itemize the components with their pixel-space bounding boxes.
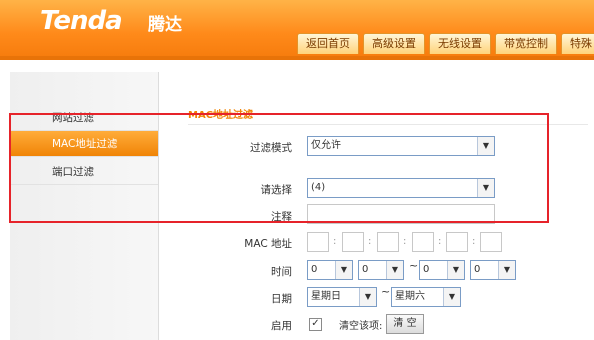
date-label: 日期: [271, 293, 292, 305]
date-end-value: 星期六: [395, 291, 425, 302]
mac-field-1[interactable]: [307, 232, 329, 252]
choose-label: 请选择: [260, 184, 293, 196]
time-end-hour-select[interactable]: 0 ▼: [419, 260, 465, 280]
time-start-minute-select[interactable]: 0 ▼: [358, 260, 404, 280]
choose-value: (4): [311, 182, 326, 193]
mac-separator: :: [472, 236, 476, 247]
filter-mode-label: 过滤模式: [250, 142, 292, 154]
chevron-down-icon: ▼: [359, 288, 376, 306]
tenda-logo-cn: 腾达: [148, 15, 182, 35]
nav-advanced[interactable]: 高级设置: [363, 33, 425, 54]
date-range-separator: ~: [381, 285, 391, 298]
time-end-minute-select[interactable]: 0 ▼: [470, 260, 516, 280]
time-start-minute-value: 0: [362, 264, 369, 275]
time-end-minute-value: 0: [474, 264, 481, 275]
clear-label: 清空该项:: [339, 321, 383, 332]
section-divider: [188, 124, 588, 125]
nav-bandwidth[interactable]: 带宽控制: [495, 33, 557, 54]
time-start-hour-select[interactable]: 0 ▼: [307, 260, 353, 280]
enable-checkbox[interactable]: ✓: [309, 318, 322, 331]
mac-field-5[interactable]: [446, 232, 468, 252]
time-label: 时间: [271, 266, 292, 278]
note-label: 注释: [271, 211, 292, 223]
filter-mode-value: 仅允许: [311, 140, 341, 151]
sidebar-item-website-filter[interactable]: 网站过滤: [10, 105, 158, 131]
mac-field-6[interactable]: [480, 232, 502, 252]
date-end-select[interactable]: 星期六 ▼: [391, 287, 461, 307]
chevron-down-icon: ▼: [443, 288, 460, 306]
filter-mode-select[interactable]: 仅允许 ▼: [307, 136, 495, 156]
sidebar: 网站过滤 MAC地址过滤 端口过滤: [10, 72, 159, 340]
nav-home[interactable]: 返回首页: [297, 33, 359, 54]
chevron-down-icon: ▼: [498, 261, 515, 279]
clear-button[interactable]: 清 空: [386, 314, 424, 334]
note-input[interactable]: [307, 204, 495, 224]
time-end-hour-value: 0: [423, 264, 430, 275]
chevron-down-icon: ▼: [335, 261, 352, 279]
enable-label: 启用: [271, 320, 292, 332]
nav-wireless[interactable]: 无线设置: [429, 33, 491, 54]
chevron-down-icon: ▼: [477, 137, 494, 155]
check-icon: ✓: [311, 318, 320, 329]
chevron-down-icon: ▼: [447, 261, 464, 279]
mac-field-4[interactable]: [412, 232, 434, 252]
mac-field-2[interactable]: [342, 232, 364, 252]
date-start-select[interactable]: 星期日 ▼: [307, 287, 377, 307]
top-nav: 返回首页 高级设置 无线设置 带宽控制 特殊: [297, 33, 594, 54]
sidebar-item-mac-filter[interactable]: MAC地址过滤: [10, 131, 158, 157]
time-start-hour-value: 0: [311, 264, 318, 275]
mac-separator: :: [333, 236, 337, 247]
date-start-value: 星期日: [311, 291, 341, 302]
choose-select[interactable]: (4) ▼: [307, 178, 495, 198]
nav-special[interactable]: 特殊: [561, 33, 594, 54]
mac-separator: :: [438, 236, 442, 247]
mac-field-3[interactable]: [377, 232, 399, 252]
tenda-logo: Tenda: [40, 6, 123, 36]
chevron-down-icon: ▼: [386, 261, 403, 279]
mac-separator: :: [368, 236, 372, 247]
section-title: MAC地址过滤: [188, 110, 254, 121]
time-range-separator: ~: [409, 259, 419, 272]
chevron-down-icon: ▼: [477, 179, 494, 197]
mac-label: MAC 地址: [244, 238, 292, 250]
sidebar-item-port-filter[interactable]: 端口过滤: [10, 159, 158, 185]
mac-separator: :: [403, 236, 407, 247]
header-bar: Tenda 腾达 返回首页 高级设置 无线设置 带宽控制 特殊: [0, 0, 594, 56]
header-divider: [0, 56, 594, 60]
